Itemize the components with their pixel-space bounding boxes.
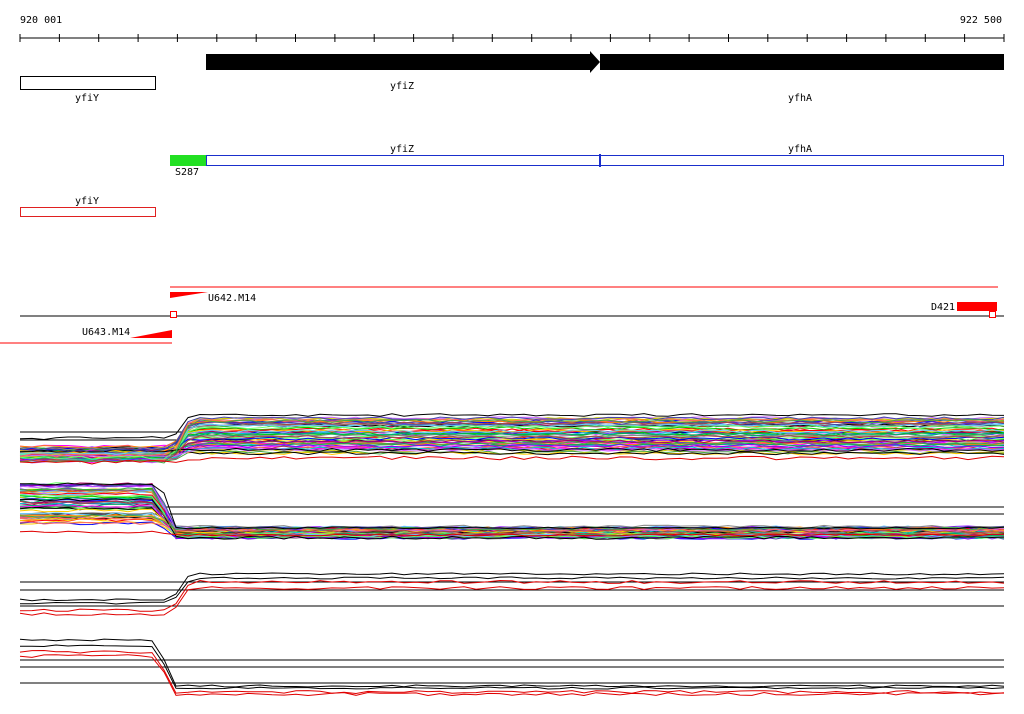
tss-marker-right[interactable] [989, 311, 996, 318]
feature-yfiY-box[interactable] [20, 207, 156, 217]
axis-end-label: 922 500 [960, 15, 1002, 26]
orf-yfhA-label: yfhA [788, 144, 812, 155]
tss-marker-left[interactable] [170, 311, 177, 318]
transcript-D421-box[interactable] [957, 302, 997, 311]
transcript-U642-label: U642.M14 [208, 293, 256, 304]
orf-yfiZ-label: yfiZ [390, 144, 414, 155]
gene-yfiZ-label: yfiZ [390, 81, 414, 92]
transcript-U643-head[interactable] [130, 330, 172, 338]
gene-yfhA-bar[interactable] [600, 54, 1004, 70]
expression-track-forward-multi [19, 413, 1005, 465]
feature-yfiY-label: yfiY [75, 196, 99, 207]
transcript-U642-head[interactable] [170, 292, 208, 298]
coordinate-axis: 920 001 922 500 [19, 15, 1005, 42]
gene-yfiY-label: yfiY [75, 93, 99, 104]
transcript-track: U642.M14 D421 U643.M14 [0, 286, 1004, 344]
gene-yfhA-label: yfhA [788, 93, 812, 104]
red-feature-track: yfiY [20, 196, 156, 217]
genome-browser-canvas: 920 001 922 500 yfiY yfiZ yfhA yfiZ yfhA… [0, 15, 1005, 697]
transcript-U643-label: U643.M14 [82, 327, 130, 338]
orf-yfiZ-box[interactable] [206, 155, 600, 166]
feature-S287-box[interactable] [170, 155, 206, 166]
expression-track-reverse-multi [19, 482, 1005, 540]
gene-yfiZ-arrow[interactable] [206, 51, 600, 73]
expression-trace [19, 654, 1005, 697]
expression-track-reverse-summary [19, 638, 1005, 697]
gene-yfiY[interactable] [20, 76, 156, 90]
gene-track: yfiY yfiZ yfhA [20, 51, 1004, 104]
orf-track: yfiZ yfhA S287 [170, 144, 1004, 178]
expression-track-forward-summary [19, 572, 1005, 616]
orf-yfhA-box[interactable] [600, 155, 1004, 166]
feature-S287-label: S287 [175, 167, 199, 178]
axis-start-label: 920 001 [20, 15, 62, 26]
transcript-D421-label: D421 [931, 302, 955, 313]
expression-trace [19, 579, 1005, 612]
